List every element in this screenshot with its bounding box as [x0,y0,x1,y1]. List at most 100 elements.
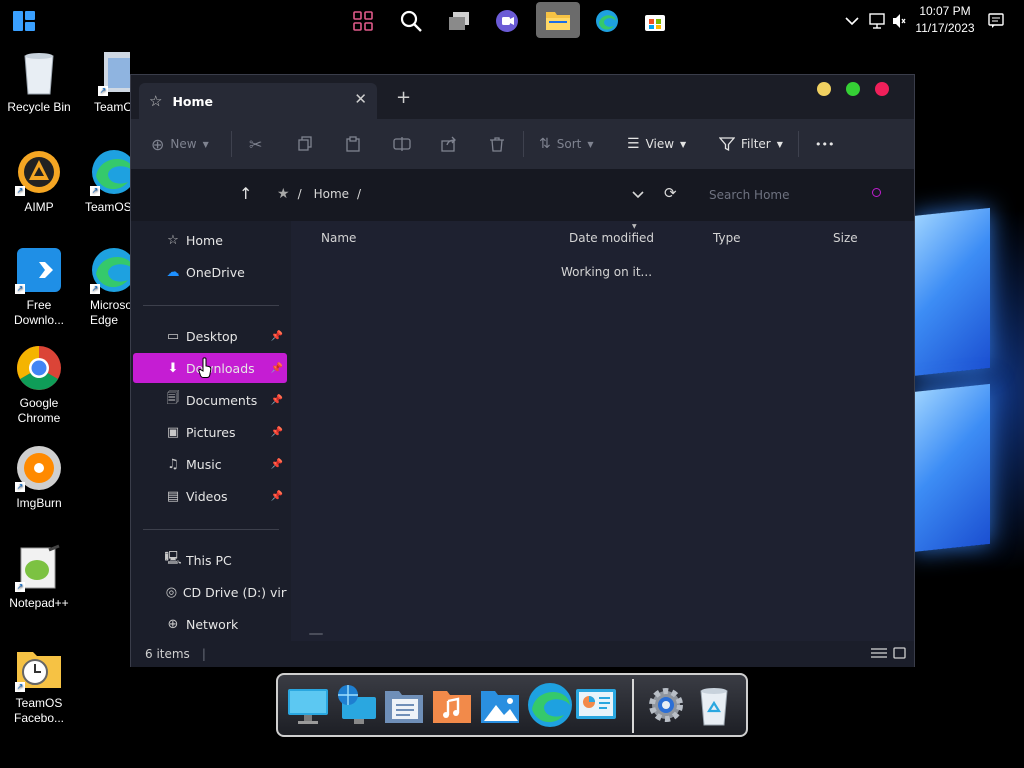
music-folder-icon[interactable] [430,683,474,727]
dock-separator [632,679,634,733]
horizontal-scrollbar[interactable] [309,633,323,635]
paste-button[interactable] [345,132,361,156]
close-window-button[interactable] [875,82,889,96]
view-button[interactable]: ☰ View ▼ [627,132,686,156]
cut-button[interactable]: ✂ [249,132,262,156]
minimize-button[interactable] [817,82,831,96]
network-globe-icon[interactable] [334,683,378,727]
column-header-size[interactable]: Size [833,231,858,245]
recycle-bin-icon[interactable] [692,683,736,727]
files-icon[interactable] [382,683,426,727]
pictures-icon: ▣ [166,424,180,440]
system-clock[interactable]: 10:07 PM 11/17/2023 [908,3,982,37]
file-explorer-icon[interactable] [536,2,580,38]
sidebar-item-music[interactable]: ♫ Music 📌 [133,449,287,479]
breadcrumb-home[interactable]: Home [314,187,349,201]
sidebar-item-documents[interactable]: 🗐 Documents 📌 [133,385,287,415]
filter-label: Filter [741,137,771,151]
file-explorer-window[interactable]: ☆ Home ✕ + ⊕ New ▼ ✂ ⇅ Sort ▼ ☰ View ▼ F… [130,74,915,667]
tiles-view-icon[interactable] [893,647,906,662]
desktop-icon-label: ImgBurn [16,496,62,510]
sidebar-item-cd-drive[interactable]: ◎ CD Drive (D:) virtio- [133,577,287,607]
task-view-icon[interactable] [442,4,476,38]
photos-icon[interactable] [478,683,522,727]
sidebar-item-videos[interactable]: ▤ Videos 📌 [133,481,287,511]
rename-button[interactable] [393,132,411,156]
desktop-icon-teamos[interactable]: ↗ TeamOS [76,148,136,215]
desktop-icon-google-chrome[interactable]: Google Chrome [0,344,78,426]
shortcut-arrow-icon: ↗ [98,86,108,96]
sort-indicator-icon: ▼ [632,223,637,230]
more-options-button[interactable]: ••• [815,132,834,156]
share-button[interactable] [441,132,457,156]
breadcrumb[interactable]: ★ / Home / [277,186,361,202]
copy-button[interactable] [297,132,313,156]
shortcut-arrow-icon: ↗ [15,482,25,492]
start-icon[interactable] [11,9,37,33]
notifications-icon[interactable] [988,0,1004,42]
details-view-icon[interactable] [871,647,887,662]
maximize-button[interactable] [846,82,860,96]
settings-gear-icon[interactable] [644,683,688,727]
application-dock [276,673,748,737]
network-status-icon[interactable] [868,0,886,42]
search-icon[interactable] [394,4,428,38]
sidebar-item-desktop[interactable]: ▭ Desktop 📌 [133,321,287,351]
desktop-icon-teamos-facebook[interactable]: ↗ TeamOS Facebo... [0,644,78,726]
column-header-date-modified[interactable]: Date modified [569,231,654,245]
refresh-icon[interactable]: ⟳ [664,184,677,202]
desktop-icon-recycle-bin[interactable]: Recycle Bin [0,48,78,115]
desktop-icon-notepad-plus-plus[interactable]: ↗ Notepad++ [0,544,78,611]
rename-icon [393,137,411,151]
scissors-icon: ✂ [249,134,263,154]
system-monitor-icon[interactable] [574,683,618,727]
up-arrow-icon[interactable]: ↑ [239,184,252,203]
sort-button[interactable]: ⇅ Sort ▼ [539,132,594,156]
sidebar-item-onedrive[interactable]: ☁ OneDrive [133,257,287,287]
windows-logo-wallpaper [912,207,992,553]
sidebar-item-pictures[interactable]: ▣ Pictures 📌 [133,417,287,447]
desktop-icon-label: TeamOS Facebo... [13,696,65,725]
star-icon: ★ [277,186,290,202]
widgets-icon[interactable] [346,4,380,38]
sidebar-item-network[interactable]: ⊕ Network [133,609,287,639]
edge-icon[interactable] [526,681,574,729]
new-tab-button[interactable]: + [396,87,411,108]
desktop-icon-microsoft-edge[interactable]: ↗ Microso Edge [76,246,136,328]
imgburn-icon: ↗ [15,444,63,492]
plus-circle-icon: ⊕ [151,134,165,154]
column-header-type[interactable]: Type [713,231,741,245]
music-icon: ♫ [167,456,179,472]
pin-icon: 📌 [270,490,283,502]
monitor-icon[interactable] [286,683,330,727]
new-button[interactable]: ⊕ New ▼ [151,132,209,156]
desktop-icon-free-download-manager[interactable]: ↗ Free Downlo... [0,246,78,328]
sidebar-item-home[interactable]: ☆ Home [133,225,287,255]
file-list[interactable]: Name Date modified ▼ Type Size Working o… [291,221,914,641]
shortcut-arrow-icon: ↗ [90,284,100,294]
chrome-icon [15,344,63,392]
delete-button[interactable] [489,132,505,156]
breadcrumb-root-separator: / [297,187,302,201]
desktop-icon-teamo[interactable]: ↗ TeamO [76,48,136,115]
edge-icon[interactable] [590,4,624,38]
desktop-icon-aimp[interactable]: ↗ AIMP [0,148,78,215]
chat-icon[interactable] [490,4,524,38]
explorer-titlebar[interactable]: ☆ Home ✕ + [131,75,914,119]
desktop-icon-label: Free Downlo... [13,298,65,327]
tab-home[interactable]: ☆ Home ✕ [139,83,377,119]
volume-muted-icon[interactable] [892,0,906,42]
store-icon[interactable] [638,4,672,38]
column-header-name[interactable]: Name [321,231,356,245]
filter-button[interactable]: Filter ▼ [719,132,783,156]
search-input[interactable]: Search Home [699,181,895,209]
close-tab-icon[interactable]: ✕ [354,90,367,108]
desktop-icon-imgburn[interactable]: ↗ ImgBurn [0,444,78,511]
breadcrumb-separator: / [357,187,362,201]
sidebar-item-this-pc[interactable]: 🖳 This PC [133,545,287,575]
shortcut-arrow-icon: ↗ [90,186,100,196]
address-history-chevron-icon[interactable] [632,188,644,202]
nav-divider [143,305,279,306]
status-bar: 6 items | [131,641,914,667]
tray-overflow-chevron-icon[interactable] [845,0,859,42]
